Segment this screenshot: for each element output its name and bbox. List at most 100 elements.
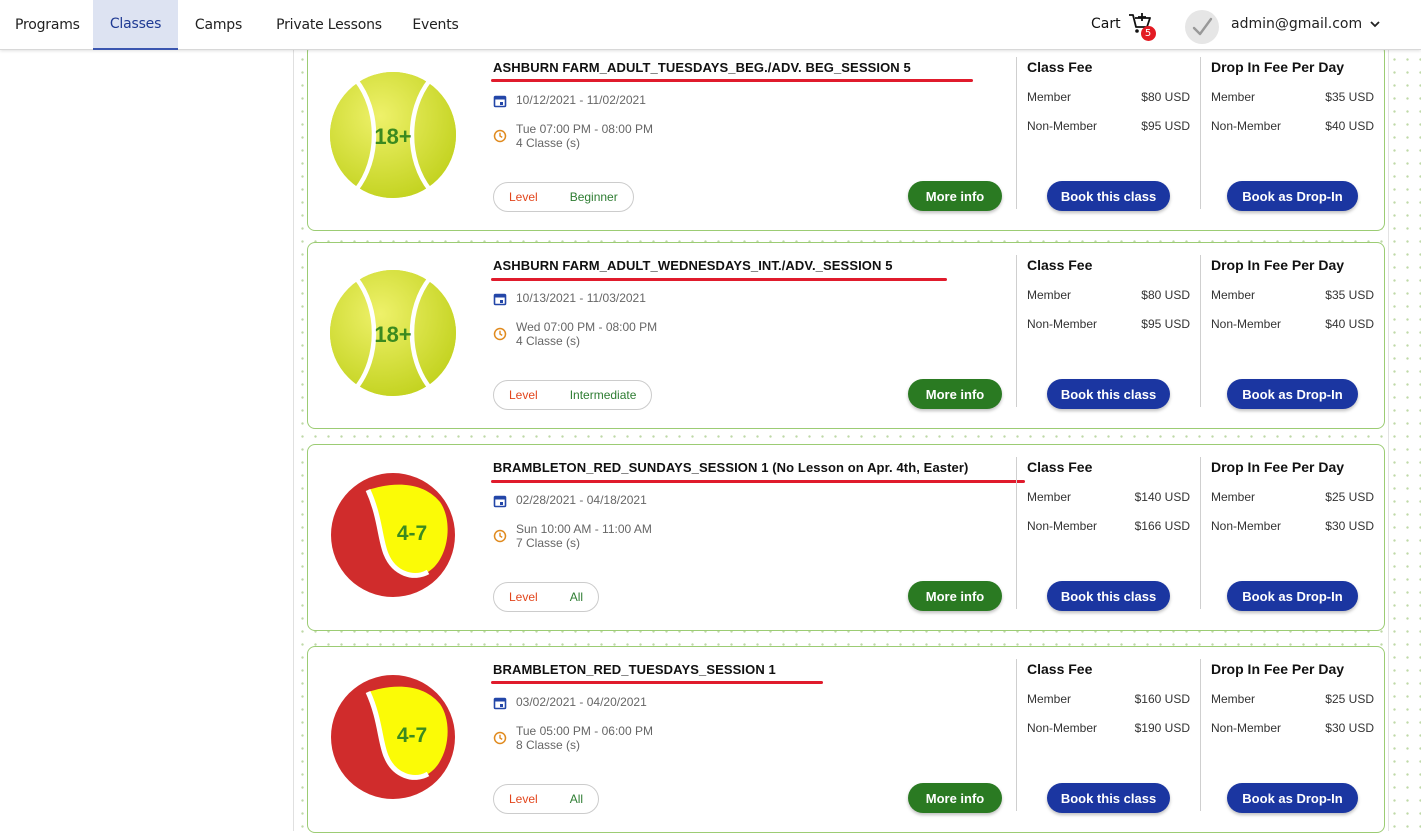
drop-fee-member-row: Member $25 USD xyxy=(1211,490,1374,504)
more-info-button[interactable]: More info xyxy=(908,181,1002,211)
level-label: Level xyxy=(509,590,538,604)
class-count: 7 Classe (s) xyxy=(516,536,581,550)
book-class-button[interactable]: Book this class xyxy=(1047,379,1170,409)
level-badge: Level Intermediate xyxy=(493,380,653,410)
tennis-ball-red-icon: 4-7 xyxy=(328,470,458,600)
class-fee-member-row: Member $160 USD xyxy=(1027,692,1190,706)
drop-fee-nonmember: $30 USD xyxy=(1325,721,1374,735)
book-class-button[interactable]: Book this class xyxy=(1047,181,1170,211)
book-class-button[interactable]: Book this class xyxy=(1047,581,1170,611)
nav-classes[interactable]: Classes xyxy=(93,0,178,50)
class-dates: 10/13/2021 - 11/03/2021 xyxy=(516,291,646,305)
title-underline xyxy=(491,278,947,281)
book-drop-in-button[interactable]: Book as Drop-In xyxy=(1227,581,1358,611)
class-fee-member-row: Member $80 USD xyxy=(1027,90,1190,104)
member-label: Member xyxy=(1027,288,1072,302)
drop-fee-heading: Drop In Fee Per Day xyxy=(1211,661,1345,677)
level-value: Beginner xyxy=(569,190,618,204)
non-member-label: Non-Member xyxy=(1027,317,1098,331)
tennis-ball-adult-icon: 18+ xyxy=(328,268,458,398)
class-title[interactable]: ASHBURN FARM_ADULT_WEDNESDAYS_INT./ADV._… xyxy=(493,258,893,273)
drop-fee-member: $25 USD xyxy=(1325,490,1374,504)
class-card: 18+ ASHBURN FARM_ADULT_TUESDAYS_BEG./ADV… xyxy=(307,44,1385,231)
class-count: 4 Classe (s) xyxy=(516,136,581,150)
class-fee-member: $160 USD xyxy=(1134,692,1190,706)
divider xyxy=(1200,57,1201,209)
class-fee-nonmember: $95 USD xyxy=(1141,317,1190,331)
nav-camps[interactable]: Camps xyxy=(178,0,259,50)
divider xyxy=(1200,255,1201,407)
member-label: Member xyxy=(1211,288,1256,302)
divider xyxy=(1016,659,1017,811)
class-title[interactable]: BRAMBLETON_RED_SUNDAYS_SESSION 1 (No Les… xyxy=(493,460,968,475)
nav-programs[interactable]: Programs xyxy=(0,0,93,50)
class-card: 4-7 BRAMBLETON_RED_SUNDAYS_SESSION 1 (No… xyxy=(307,444,1385,631)
level-label: Level xyxy=(509,388,538,402)
nav-events[interactable]: Events xyxy=(399,0,472,50)
more-info-button[interactable]: More info xyxy=(908,581,1002,611)
date-row: 10/13/2021 - 11/03/2021 xyxy=(493,291,646,306)
book-class-button[interactable]: Book this class xyxy=(1047,783,1170,813)
class-fee-heading: Class Fee xyxy=(1027,459,1093,475)
calendar-icon xyxy=(493,293,507,306)
class-title[interactable]: BRAMBLETON_RED_TUESDAYS_SESSION 1 xyxy=(493,662,776,677)
schedule-row: Sun 10:00 AM - 11:00 AM 7 Classe (s) xyxy=(493,522,652,550)
class-fee-heading: Class Fee xyxy=(1027,257,1093,273)
drop-fee-heading: Drop In Fee Per Day xyxy=(1211,257,1345,273)
clock-icon xyxy=(493,327,507,341)
drop-fee-member: $25 USD xyxy=(1325,692,1374,706)
more-info-button[interactable]: More info xyxy=(908,379,1002,409)
book-drop-in-button[interactable]: Book as Drop-In xyxy=(1227,379,1358,409)
class-fee-heading: Class Fee xyxy=(1027,59,1093,75)
drop-fee-nonmember-row: Non-Member $40 USD xyxy=(1211,317,1374,331)
cart-icon: 5 xyxy=(1127,12,1156,41)
level-label: Level xyxy=(509,792,538,806)
cart-count-badge: 5 xyxy=(1140,26,1156,41)
level-label: Level xyxy=(509,190,538,204)
drop-fee-nonmember-row: Non-Member $30 USD xyxy=(1211,519,1374,533)
member-label: Member xyxy=(1211,90,1256,104)
content-right-edge xyxy=(1388,50,1389,831)
date-row: 02/28/2021 - 04/18/2021 xyxy=(493,493,647,508)
book-drop-in-button[interactable]: Book as Drop-In xyxy=(1227,181,1358,211)
class-dates: 03/02/2021 - 04/20/2021 xyxy=(516,695,647,709)
user-menu[interactable]: admin@gmail.com xyxy=(1231,16,1382,32)
class-dates: 02/28/2021 - 04/18/2021 xyxy=(516,493,647,507)
member-label: Member xyxy=(1027,692,1072,706)
level-badge: Level All xyxy=(493,582,600,612)
schedule-row: Tue 07:00 PM - 08:00 PM 4 Classe (s) xyxy=(493,122,653,150)
drop-fee-heading: Drop In Fee Per Day xyxy=(1211,59,1345,75)
member-label: Member xyxy=(1027,490,1072,504)
class-fee-member: $80 USD xyxy=(1141,288,1190,302)
non-member-label: Non-Member xyxy=(1027,721,1098,735)
user-email: admin@gmail.com xyxy=(1231,16,1363,32)
top-navigation-bar: Programs Classes Camps Private Lessons E… xyxy=(0,0,1421,50)
svg-text:18+: 18+ xyxy=(374,322,411,347)
class-count: 8 Classe (s) xyxy=(516,738,581,752)
class-dates: 10/12/2021 - 11/02/2021 xyxy=(516,93,646,107)
schedule-row: Wed 07:00 PM - 08:00 PM 4 Classe (s) xyxy=(493,320,657,348)
class-title[interactable]: ASHBURN FARM_ADULT_TUESDAYS_BEG./ADV. BE… xyxy=(493,60,911,75)
class-fee-nonmember-row: Non-Member $95 USD xyxy=(1027,119,1190,133)
clock-icon xyxy=(493,529,507,543)
checkmark-icon xyxy=(1192,17,1213,36)
class-fee-nonmember: $190 USD xyxy=(1134,721,1190,735)
drop-fee-member-row: Member $25 USD xyxy=(1211,692,1374,706)
tennis-ball-red-icon: 4-7 xyxy=(328,672,458,802)
drop-fee-member-row: Member $35 USD xyxy=(1211,90,1374,104)
class-time: Tue 05:00 PM - 06:00 PM xyxy=(516,724,653,738)
member-label: Member xyxy=(1211,692,1256,706)
avatar[interactable] xyxy=(1185,10,1219,44)
class-time: Tue 07:00 PM - 08:00 PM xyxy=(516,122,653,136)
class-fee-nonmember-row: Non-Member $95 USD xyxy=(1027,317,1190,331)
level-value: All xyxy=(569,590,584,604)
cart-button[interactable]: Cart 5 xyxy=(1091,12,1156,41)
drop-fee-nonmember: $30 USD xyxy=(1325,519,1374,533)
more-info-button[interactable]: More info xyxy=(908,783,1002,813)
drop-fee-member-row: Member $35 USD xyxy=(1211,288,1374,302)
book-drop-in-button[interactable]: Book as Drop-In xyxy=(1227,783,1358,813)
drop-fee-member: $35 USD xyxy=(1325,288,1374,302)
nav-private-lessons[interactable]: Private Lessons xyxy=(259,0,399,50)
non-member-label: Non-Member xyxy=(1027,519,1098,533)
divider xyxy=(1016,255,1017,407)
